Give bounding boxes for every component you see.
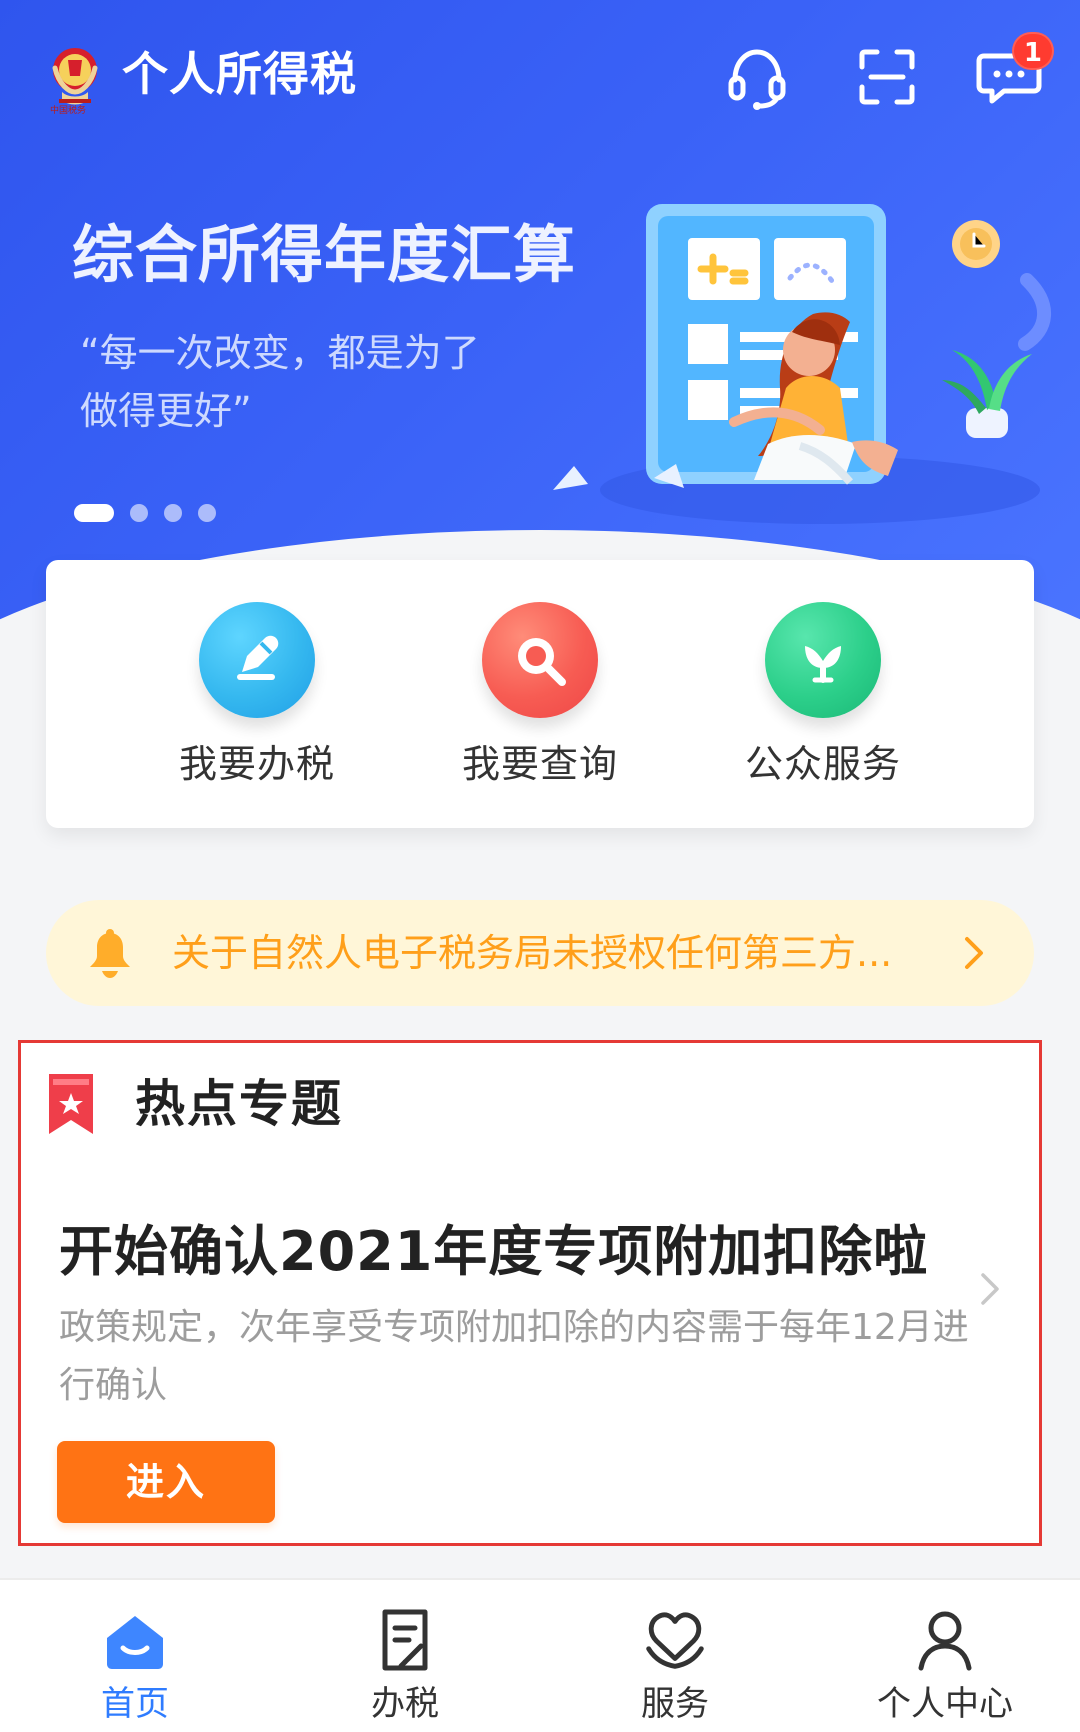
hero-quote: “每一次改变，都是为了 做得更好” [80,324,480,440]
topic-title[interactable]: 开始确认2021年度专项附加扣除啦 [59,1217,979,1287]
nav-tax[interactable]: 办税 [270,1580,540,1732]
profile-icon [907,1602,983,1678]
notice-bar[interactable]: 关于自然人电子税务局未授权任何第三方... [46,900,1034,1006]
messages-button[interactable]: 1 [972,32,1054,114]
enter-button[interactable]: 进入 [57,1441,275,1523]
customer-service-button[interactable] [720,40,794,114]
carousel-dot-1[interactable] [74,504,114,522]
document-icon [367,1602,443,1678]
tax-app-home-screen: 中国税务 个人所得税 1 综合所得年度汇算 “每一次改变，都是为了 做得更好” … [0,0,1080,1732]
public-service-label: 公众服务 [744,742,901,786]
nav-service-label: 服务 [641,1684,709,1724]
search-icon [518,638,566,686]
home-icon [97,1602,173,1678]
hot-topic-title: 热点专题 [135,1075,343,1133]
public-service-action[interactable]: 公众服务 [703,602,943,802]
nav-profile[interactable]: 个人中心 [810,1580,1080,1732]
hot-topic-header: 热点专题 [45,1067,343,1141]
hero-headline: 综合所得年度汇算 [72,218,577,291]
nav-home[interactable]: 首页 [0,1580,270,1732]
nav-profile-label: 个人中心 [877,1684,1013,1724]
app-title: 个人所得税 [122,47,357,101]
svg-text:中国税务: 中国税务 [50,104,86,114]
tax-handling-action[interactable]: 我要办税 [137,602,377,802]
top-bar: 中国税务 个人所得税 1 [0,0,1080,150]
message-count-badge: 1 [1011,32,1054,70]
bookmark-icon [49,1074,93,1134]
nav-home-label: 首页 [101,1684,169,1724]
headset-icon [728,49,786,110]
hero-quote-line-2: 做得更好” [80,389,252,433]
search-icon-circle [482,602,598,718]
chevron-right-icon[interactable] [952,931,996,975]
hero-quote-line-1: “每一次改变，都是为了 [80,331,480,375]
bottom-navigation: 首页 办税 服务 个人中心 [0,1578,1080,1732]
annual-tax-illustration [553,204,1051,524]
tax-handling-label: 我要办税 [178,742,335,786]
quick-actions-card: 我要办税 我要查询 公众服务 [46,560,1034,828]
carousel-dots [74,504,216,522]
service-icon [637,1602,713,1678]
hot-topic-panel: 热点专题 开始确认2021年度专项附加扣除啦 政策规定，次年享受专项附加扣除的内… [18,1040,1042,1546]
bell-icon [90,929,130,978]
scan-button[interactable] [850,40,924,114]
topic-description: 政策规定，次年享受专项附加扣除的内容需于每年12月进行确认 [59,1307,969,1406]
carousel-dot-4[interactable] [198,504,216,522]
inquiry-label: 我要查询 [461,742,618,786]
scan-icon [859,49,915,105]
nav-tax-label: 办税 [371,1684,439,1724]
flower-icon-circle [765,602,881,718]
edit-icon [237,635,279,680]
flower-icon [805,646,841,683]
edit-icon-circle [199,602,315,718]
notice-text[interactable]: 关于自然人电子税务局未授权任何第三方... [172,927,952,979]
inquiry-action[interactable]: 我要查询 [420,602,660,802]
carousel-dot-2[interactable] [130,504,148,522]
carousel-dot-3[interactable] [164,504,182,522]
nav-service[interactable]: 服务 [540,1580,810,1732]
chevron-right-icon[interactable] [969,1269,1009,1309]
emblem-icon: 中国税务 [50,48,98,114]
